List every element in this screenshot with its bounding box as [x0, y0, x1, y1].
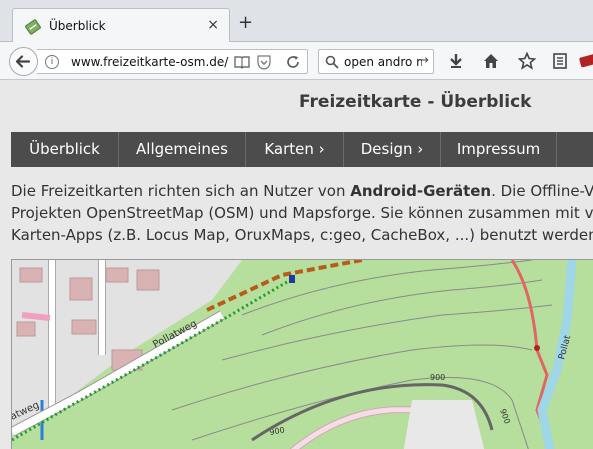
map-canvas: Pollatweg atweg 900 900 900 Pollat: [12, 260, 593, 449]
reader-view-icon[interactable]: [234, 55, 250, 69]
web-page: Freizeitkarte - Überblick Überblick Allg…: [0, 80, 593, 449]
url-bar[interactable]: i www.freizeitkarte-osm.de/: [37, 49, 308, 74]
map-building: [71, 319, 97, 335]
new-tab-icon[interactable]: +: [238, 14, 253, 32]
map-building: [136, 269, 160, 291]
menu-item-impressum[interactable]: Impressum: [441, 132, 557, 167]
tab-title: Überblick: [49, 19, 106, 33]
map-building: [16, 321, 36, 337]
search-go-icon[interactable]: →: [418, 53, 429, 68]
menu-item-ueberblick[interactable]: Überblick: [11, 132, 119, 167]
reload-icon[interactable]: [285, 54, 301, 70]
contour-label: 900: [430, 373, 445, 382]
intro-line-3: Karten-Apps (z.B. Locus Map, OruxMaps, c…: [11, 226, 593, 244]
pocket-icon[interactable]: [257, 54, 271, 70]
intro-paragraph: Die Freizeitkarten richten sich an Nutze…: [11, 180, 593, 246]
map-building: [105, 267, 129, 283]
map-preview[interactable]: Pollatweg atweg 900 900 900 Pollat: [11, 259, 593, 449]
info-icon[interactable]: i: [45, 55, 59, 69]
tab-strip: Überblick × +: [0, 0, 593, 43]
home-icon[interactable]: [482, 52, 500, 70]
intro-line-2: Projekten OpenStreetMap (OSM) und Mapsfo…: [11, 204, 593, 222]
tab-ueberblick[interactable]: Überblick ×: [12, 8, 230, 43]
menu-item-allgemeines[interactable]: Allgemeines: [119, 132, 246, 167]
navigation-bar: i www.freizeitkarte-osm.de/ open andro m…: [0, 42, 593, 80]
menu-item-design[interactable]: Design ›: [344, 132, 441, 167]
url-text[interactable]: www.freizeitkarte-osm.de/: [71, 55, 228, 69]
download-icon[interactable]: [447, 52, 465, 70]
intro-line-1: Die Freizeitkarten richten sich an Nutze…: [11, 182, 593, 200]
back-arrow-icon: [15, 55, 31, 68]
map-info-marker: [289, 275, 295, 283]
close-tab-icon[interactable]: ×: [207, 17, 219, 33]
map-poi-marker: [534, 345, 540, 351]
search-icon: [325, 55, 339, 69]
search-input[interactable]: open andro m: [344, 55, 422, 69]
page-title: Freizeitkarte - Überblick: [299, 92, 532, 112]
menu-item-karten[interactable]: Karten ›: [246, 132, 344, 167]
favicon-map-icon: [25, 19, 41, 35]
main-menu: Überblick Allgemeines Karten › Design › …: [11, 132, 593, 167]
map-building: [69, 277, 93, 301]
bookmarks-list-icon[interactable]: [551, 52, 569, 70]
map-building: [19, 267, 43, 283]
bookmark-star-icon[interactable]: [518, 52, 536, 70]
extension-icon[interactable]: [578, 52, 593, 70]
back-button[interactable]: [9, 47, 38, 76]
search-bar[interactable]: open andro m →: [318, 49, 434, 74]
